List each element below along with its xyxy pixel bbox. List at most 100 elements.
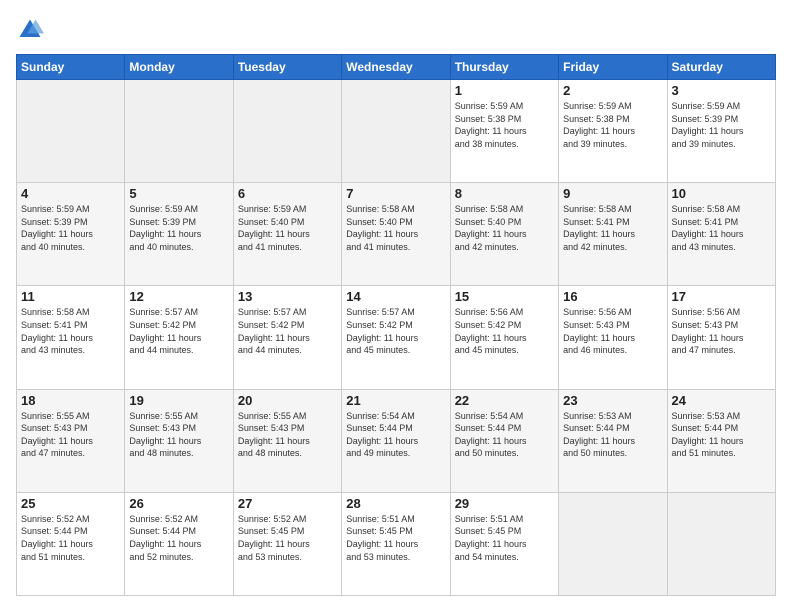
day-info: Sunrise: 5:54 AM Sunset: 5:44 PM Dayligh… (346, 410, 445, 460)
day-info: Sunrise: 5:52 AM Sunset: 5:45 PM Dayligh… (238, 513, 337, 563)
logo-icon (16, 16, 44, 44)
day-info: Sunrise: 5:59 AM Sunset: 5:39 PM Dayligh… (672, 100, 771, 150)
calendar-cell: 3Sunrise: 5:59 AM Sunset: 5:39 PM Daylig… (667, 80, 775, 183)
calendar-cell: 9 Sunrise: 5:58 AM Sunset: 5:41 PM Daylig… (559, 183, 667, 286)
calendar-week-4: 18 Sunrise: 5:55 AM Sunset: 5:43 PM Dayli… (17, 389, 776, 492)
day-info: Sunrise: 5:58 AM Sunset: 5:40 PM Dayligh… (346, 203, 445, 253)
calendar-cell: 5 Sunrise: 5:59 AM Sunset: 5:39 PM Daylig… (125, 183, 233, 286)
calendar-week-3: 11Sunrise: 5:58 AM Sunset: 5:41 PM Dayli… (17, 286, 776, 389)
calendar-cell (342, 80, 450, 183)
day-info: Sunrise: 5:57 AM Sunset: 5:42 PM Dayligh… (346, 306, 445, 356)
day-number: 28 (346, 496, 445, 511)
day-info: Sunrise: 5:52 AM Sunset: 5:44 PM Dayligh… (129, 513, 228, 563)
day-info: Sunrise: 5:59 AM Sunset: 5:39 PM Dayligh… (21, 203, 120, 253)
calendar-header-friday: Friday (559, 55, 667, 80)
day-info: Sunrise: 5:54 AM Sunset: 5:44 PM Dayligh… (455, 410, 554, 460)
day-number: 27 (238, 496, 337, 511)
day-info: Sunrise: 5:56 AM Sunset: 5:43 PM Dayligh… (563, 306, 662, 356)
day-number: 14 (346, 289, 445, 304)
calendar-cell: 28 Sunrise: 5:51 AM Sunset: 5:45 PM Dayli… (342, 492, 450, 595)
day-info: Sunrise: 5:55 AM Sunset: 5:43 PM Dayligh… (21, 410, 120, 460)
calendar-cell: 12 Sunrise: 5:57 AM Sunset: 5:42 PM Dayli… (125, 286, 233, 389)
calendar-week-2: 4 Sunrise: 5:59 AM Sunset: 5:39 PM Daylig… (17, 183, 776, 286)
day-number: 4 (21, 186, 120, 201)
calendar-table: SundayMondayTuesdayWednesdayThursdayFrid… (16, 54, 776, 596)
calendar-cell: 13 Sunrise: 5:57 AM Sunset: 5:42 PM Dayli… (233, 286, 341, 389)
calendar-cell: 14 Sunrise: 5:57 AM Sunset: 5:42 PM Dayli… (342, 286, 450, 389)
calendar-header-tuesday: Tuesday (233, 55, 341, 80)
calendar-cell (17, 80, 125, 183)
day-number: 26 (129, 496, 228, 511)
day-number: 12 (129, 289, 228, 304)
calendar-cell: 26 Sunrise: 5:52 AM Sunset: 5:44 PM Dayli… (125, 492, 233, 595)
day-number: 9 (563, 186, 662, 201)
calendar-header-monday: Monday (125, 55, 233, 80)
day-number: 18 (21, 393, 120, 408)
day-number: 20 (238, 393, 337, 408)
calendar-cell (559, 492, 667, 595)
calendar-header-row: SundayMondayTuesdayWednesdayThursdayFrid… (17, 55, 776, 80)
day-info: Sunrise: 5:57 AM Sunset: 5:42 PM Dayligh… (238, 306, 337, 356)
calendar-cell: 21 Sunrise: 5:54 AM Sunset: 5:44 PM Dayli… (342, 389, 450, 492)
calendar-header-sunday: Sunday (17, 55, 125, 80)
calendar-cell: 17Sunrise: 5:56 AM Sunset: 5:43 PM Dayli… (667, 286, 775, 389)
day-number: 8 (455, 186, 554, 201)
calendar-cell: 29 Sunrise: 5:51 AM Sunset: 5:45 PM Dayli… (450, 492, 558, 595)
day-number: 5 (129, 186, 228, 201)
calendar-week-1: 1 Sunrise: 5:59 AM Sunset: 5:38 PM Daylig… (17, 80, 776, 183)
day-info: Sunrise: 5:59 AM Sunset: 5:39 PM Dayligh… (129, 203, 228, 253)
day-number: 22 (455, 393, 554, 408)
day-info: Sunrise: 5:52 AM Sunset: 5:44 PM Dayligh… (21, 513, 120, 563)
day-info: Sunrise: 5:57 AM Sunset: 5:42 PM Dayligh… (129, 306, 228, 356)
calendar-cell: 7 Sunrise: 5:58 AM Sunset: 5:40 PM Daylig… (342, 183, 450, 286)
day-info: Sunrise: 5:59 AM Sunset: 5:38 PM Dayligh… (455, 100, 554, 150)
calendar-cell: 10 Sunrise: 5:58 AM Sunset: 5:41 PM Dayli… (667, 183, 775, 286)
day-number: 13 (238, 289, 337, 304)
day-info: Sunrise: 5:53 AM Sunset: 5:44 PM Dayligh… (672, 410, 771, 460)
day-info: Sunrise: 5:51 AM Sunset: 5:45 PM Dayligh… (455, 513, 554, 563)
day-number: 25 (21, 496, 120, 511)
day-number: 23 (563, 393, 662, 408)
day-number: 19 (129, 393, 228, 408)
day-info: Sunrise: 5:51 AM Sunset: 5:45 PM Dayligh… (346, 513, 445, 563)
day-info: Sunrise: 5:53 AM Sunset: 5:44 PM Dayligh… (563, 410, 662, 460)
calendar-cell: 24 Sunrise: 5:53 AM Sunset: 5:44 PM Dayli… (667, 389, 775, 492)
day-number: 2 (563, 83, 662, 98)
calendar-week-5: 25 Sunrise: 5:52 AM Sunset: 5:44 PM Dayli… (17, 492, 776, 595)
calendar-cell: 22 Sunrise: 5:54 AM Sunset: 5:44 PM Dayli… (450, 389, 558, 492)
calendar-header-wednesday: Wednesday (342, 55, 450, 80)
day-number: 15 (455, 289, 554, 304)
day-number: 24 (672, 393, 771, 408)
day-number: 7 (346, 186, 445, 201)
header (16, 16, 776, 44)
calendar-cell (125, 80, 233, 183)
calendar-cell: 1 Sunrise: 5:59 AM Sunset: 5:38 PM Daylig… (450, 80, 558, 183)
day-number: 21 (346, 393, 445, 408)
day-number: 1 (455, 83, 554, 98)
day-info: Sunrise: 5:59 AM Sunset: 5:40 PM Dayligh… (238, 203, 337, 253)
calendar-cell: 19Sunrise: 5:55 AM Sunset: 5:43 PM Dayli… (125, 389, 233, 492)
day-number: 6 (238, 186, 337, 201)
day-info: Sunrise: 5:55 AM Sunset: 5:43 PM Dayligh… (238, 410, 337, 460)
calendar-cell (233, 80, 341, 183)
day-number: 10 (672, 186, 771, 201)
calendar-header-thursday: Thursday (450, 55, 558, 80)
day-info: Sunrise: 5:58 AM Sunset: 5:41 PM Dayligh… (672, 203, 771, 253)
day-info: Sunrise: 5:58 AM Sunset: 5:40 PM Dayligh… (455, 203, 554, 253)
calendar-header-saturday: Saturday (667, 55, 775, 80)
calendar-cell (667, 492, 775, 595)
day-number: 16 (563, 289, 662, 304)
calendar-cell: 4 Sunrise: 5:59 AM Sunset: 5:39 PM Daylig… (17, 183, 125, 286)
day-number: 29 (455, 496, 554, 511)
day-info: Sunrise: 5:59 AM Sunset: 5:38 PM Dayligh… (563, 100, 662, 150)
day-info: Sunrise: 5:58 AM Sunset: 5:41 PM Dayligh… (563, 203, 662, 253)
calendar-cell: 15 Sunrise: 5:56 AM Sunset: 5:42 PM Dayli… (450, 286, 558, 389)
calendar-cell: 6 Sunrise: 5:59 AM Sunset: 5:40 PM Daylig… (233, 183, 341, 286)
calendar-cell: 20 Sunrise: 5:55 AM Sunset: 5:43 PM Dayli… (233, 389, 341, 492)
calendar-cell: 8 Sunrise: 5:58 AM Sunset: 5:40 PM Daylig… (450, 183, 558, 286)
calendar-cell: 23 Sunrise: 5:53 AM Sunset: 5:44 PM Dayli… (559, 389, 667, 492)
logo (16, 16, 48, 44)
calendar-cell: 11Sunrise: 5:58 AM Sunset: 5:41 PM Dayli… (17, 286, 125, 389)
day-info: Sunrise: 5:56 AM Sunset: 5:42 PM Dayligh… (455, 306, 554, 356)
day-info: Sunrise: 5:56 AM Sunset: 5:43 PM Dayligh… (672, 306, 771, 356)
